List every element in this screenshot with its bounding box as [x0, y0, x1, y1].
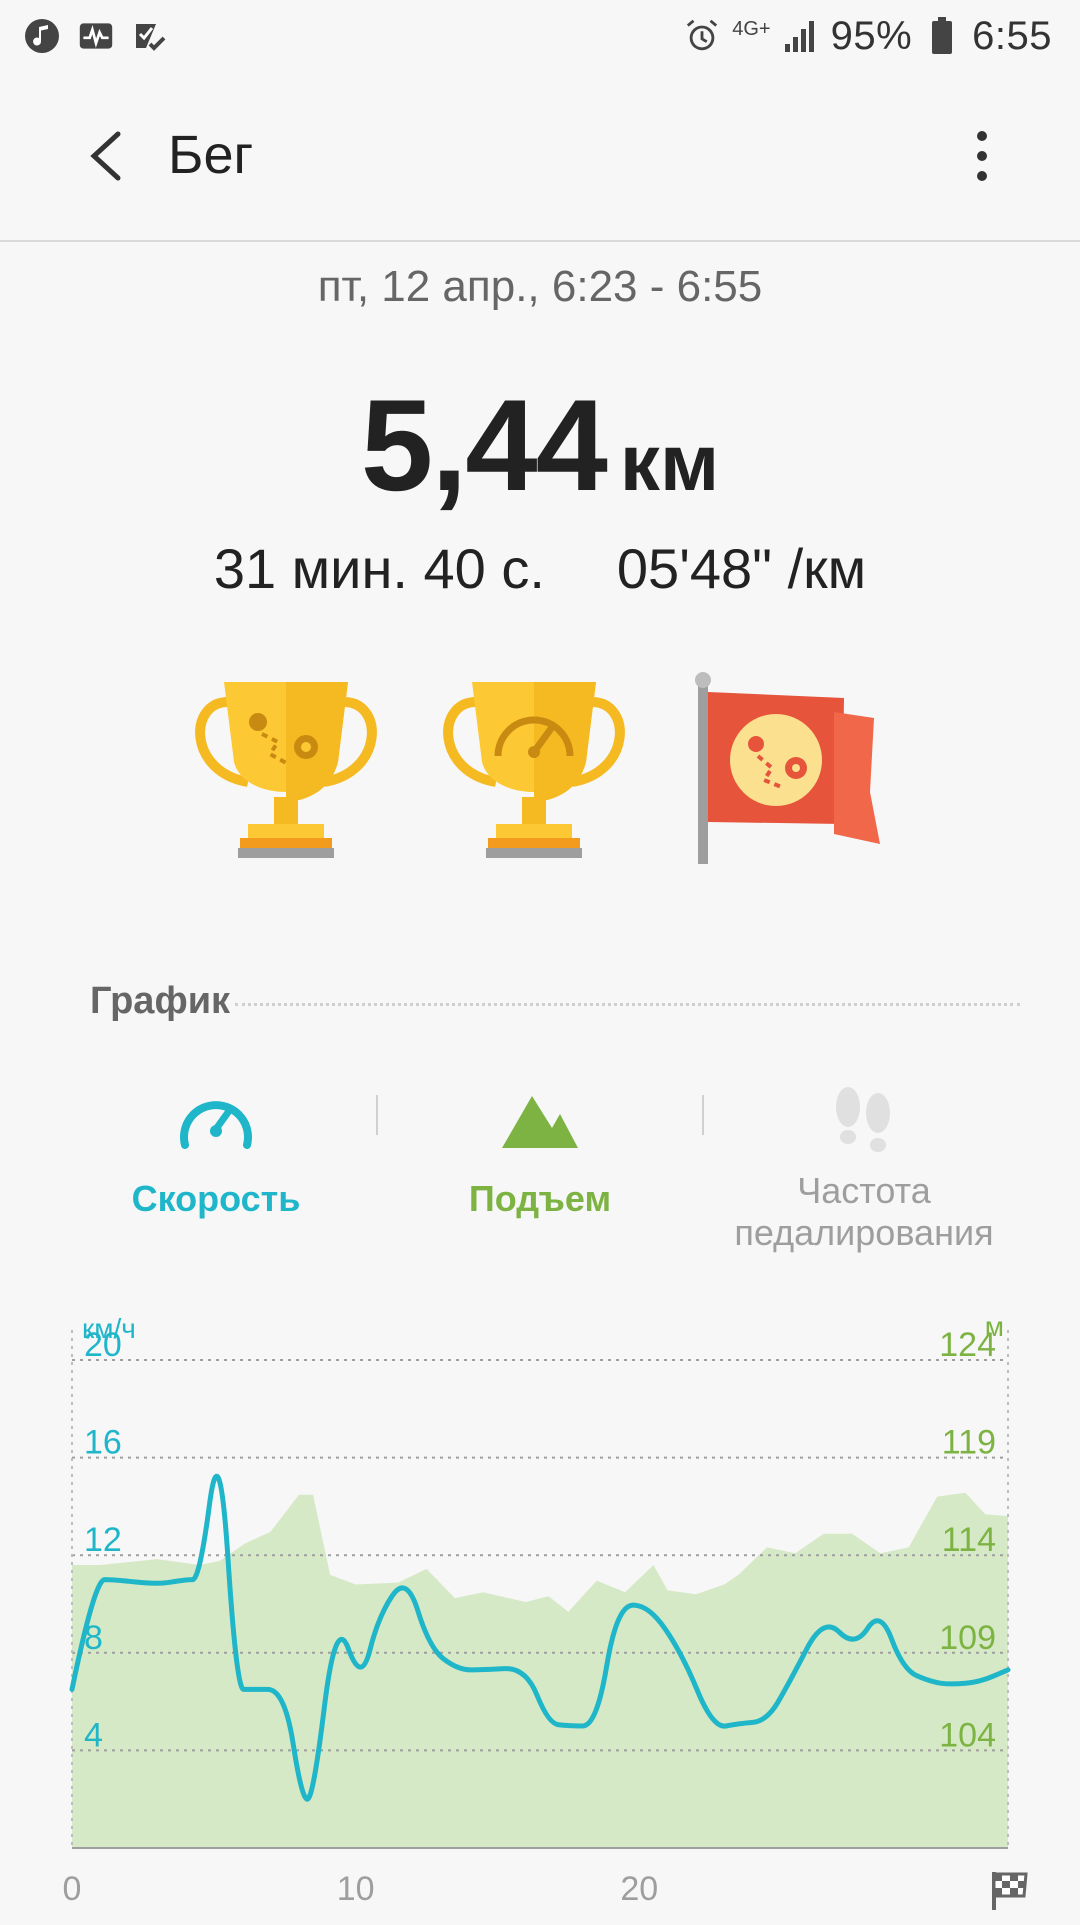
tab-separator: [702, 1095, 704, 1135]
duration: 31 мин. 40 с.: [213, 537, 545, 600]
tab-separator: [376, 1095, 378, 1135]
tab-elevation-label: Подъем: [468, 1178, 612, 1219]
speed-trophy-icon[interactable]: [436, 672, 632, 873]
section-divider: [235, 1003, 1020, 1006]
app-bar: Бег: [0, 72, 1080, 242]
more-vert-icon: [977, 131, 987, 181]
alarm-icon: [684, 18, 720, 54]
battery-icon: [924, 17, 960, 54]
tab-cadence[interactable]: Частота педалирования: [714, 1080, 1014, 1254]
status-notifications: [24, 18, 168, 54]
tab-speed[interactable]: Скорость: [66, 1080, 366, 1220]
tab-elevation[interactable]: Подъем: [390, 1080, 690, 1220]
graph-tabs: Скорость Подъем Частота педалирования: [0, 1080, 1080, 1260]
status-bar: 4G+ 95% 6:55: [0, 0, 1080, 72]
page-title: Бег: [168, 125, 254, 185]
speedometer-icon: [66, 1080, 366, 1160]
workout-stats: 31 мин. 40 с. 05'48" /км: [0, 536, 1080, 601]
music-icon: [24, 18, 60, 54]
distance-unit: км: [619, 418, 720, 507]
battery-percent: 95%: [830, 13, 913, 58]
distance-value: 5,44: [360, 372, 608, 518]
left-tick-label: 4: [84, 1716, 103, 1754]
right-tick-label: 109: [939, 1619, 996, 1657]
right-tick-label: 114: [942, 1521, 996, 1559]
distance-summary: 5,44 км: [0, 370, 1080, 520]
pace: 05'48" /км: [616, 537, 867, 600]
speed-elevation-chart: 20 16 12 8 4 124 119 114 109 104 км/ч м 0 10 20: [0, 1300, 1080, 1920]
right-tick-label: 104: [939, 1716, 996, 1754]
graph-section-title: График: [90, 980, 231, 1022]
tab-cadence-label: Частота педалирования: [734, 1170, 994, 1253]
x-tick-label: 10: [337, 1870, 375, 1908]
right-axis-unit: м: [985, 1311, 1004, 1342]
left-tick-label: 8: [84, 1619, 103, 1657]
activity-icon: [78, 18, 114, 54]
distance-trophy-icon[interactable]: [188, 672, 384, 873]
route-flag-icon[interactable]: [684, 672, 884, 877]
tab-speed-label: Скорость: [131, 1178, 301, 1219]
signal-icon: [783, 18, 819, 54]
clock: 6:55: [972, 13, 1052, 58]
back-button[interactable]: [70, 120, 142, 192]
left-tick-label: 16: [84, 1424, 122, 1462]
workout-date: пт, 12 апр., 6:23 - 6:55: [317, 262, 763, 311]
chart-svg: 20161284124119114109104км/ч м0 10 20: [63, 1311, 1028, 1910]
back-arrow-icon: [90, 131, 121, 181]
x-tick-label: 20: [620, 1870, 658, 1908]
left-axis-unit: км/ч: [82, 1313, 136, 1344]
more-options-button[interactable]: [950, 120, 1014, 192]
footprints-icon: [714, 1080, 1014, 1160]
checklist-icon: [132, 18, 168, 54]
left-tick-label: 12: [84, 1521, 122, 1559]
finish-flag-icon: [992, 1872, 1028, 1910]
right-tick-label: 119: [942, 1424, 996, 1462]
x-tick-label: 0: [63, 1870, 82, 1908]
elevation-area: [72, 1492, 1008, 1848]
network-label: 4G+: [732, 17, 771, 40]
mountain-icon: [390, 1080, 690, 1160]
status-system: 4G+ 95% 6:55: [684, 14, 1052, 59]
achievements: [0, 672, 1080, 872]
